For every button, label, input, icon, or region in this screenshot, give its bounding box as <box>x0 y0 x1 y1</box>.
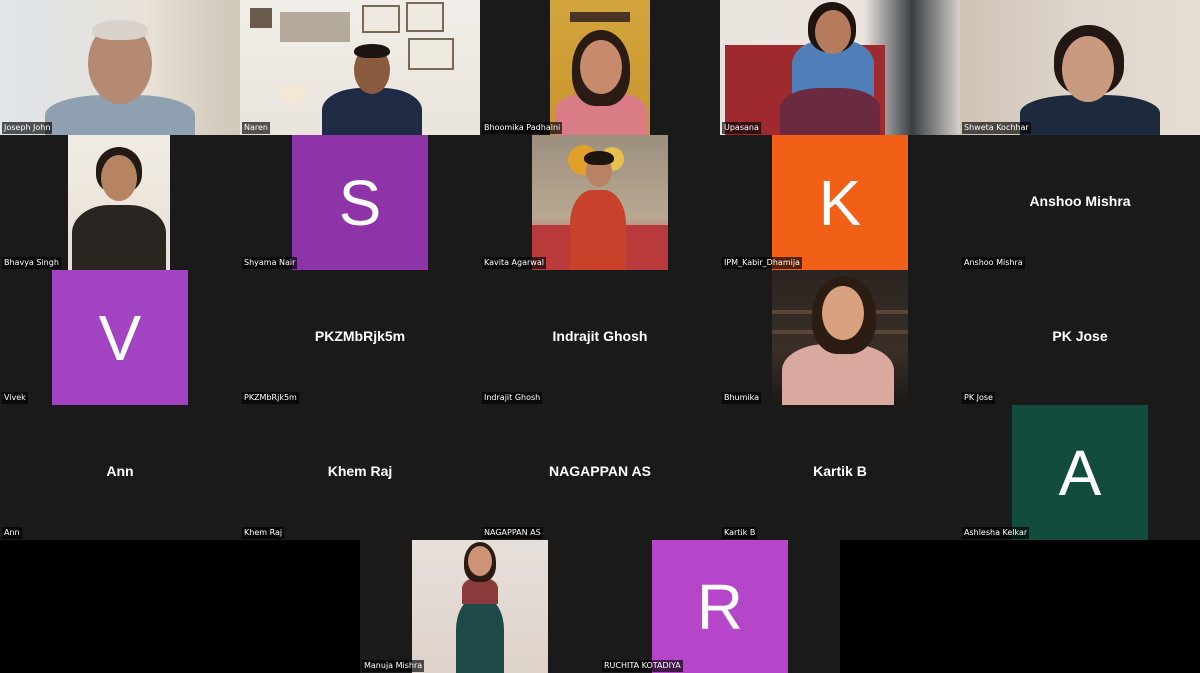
empty-area <box>840 540 1200 673</box>
participant-name: Bhavya Singh <box>2 257 61 269</box>
avatar: K <box>772 135 908 270</box>
video-feed <box>0 0 240 135</box>
participant-name: Manuja Mishra <box>362 660 425 672</box>
participant-name: Shyama Nair <box>242 257 298 269</box>
participant-name: Bhumika <box>722 392 762 404</box>
participant-tile-shyama-nair[interactable]: S Shyama Nair <box>240 135 480 270</box>
participant-name: Bhoomika Padhalni <box>482 122 563 134</box>
participant-name: Khem Raj <box>242 527 285 539</box>
participant-tile-pkzmbrjk5m[interactable]: PKZMbRjk5m PKZMbRjk5m <box>240 270 480 405</box>
participant-tile-khem-raj[interactable]: Khem Raj Khem Raj <box>240 405 480 540</box>
participant-display-name: PK Jose <box>1052 328 1108 344</box>
participant-tile-kavita-agarwal[interactable]: Kavita Agarwal <box>480 135 720 270</box>
participant-display-name: Kartik B <box>813 463 867 479</box>
video-feed <box>550 0 650 135</box>
participant-name: Joseph John <box>2 122 53 134</box>
participant-tile-joseph-john[interactable]: Joseph John <box>0 0 240 135</box>
participant-name: Kavita Agarwal <box>482 257 546 269</box>
participant-tile-nagappan-as[interactable]: NAGAPPAN AS NAGAPPAN AS <box>480 405 720 540</box>
participant-display-name: NAGAPPAN AS <box>549 463 651 479</box>
video-feed <box>240 0 480 135</box>
participant-tile-ashlesha-kelkar[interactable]: A Ashlesha Kelkar <box>960 405 1200 540</box>
participant-name: Indrajit Ghosh <box>482 392 543 404</box>
participant-tile-pk-jose[interactable]: PK Jose PK Jose <box>960 270 1200 405</box>
participant-tile-anshoo-mishra[interactable]: Anshoo Mishra Anshoo Mishra <box>960 135 1200 270</box>
participant-name: Upasana <box>722 122 761 134</box>
participant-tile-bhoomika-padhalni[interactable]: Bhoomika Padhalni <box>480 0 720 135</box>
avatar: A <box>1012 405 1148 540</box>
participant-name: IPM_Kabir_Dhamija <box>722 257 802 269</box>
participant-tile-shweta-kochhar[interactable]: Shweta Kochhar <box>960 0 1200 135</box>
participant-name: RUCHITA KOTADIYA <box>602 660 683 672</box>
participant-name: Shweta Kochhar <box>962 122 1031 134</box>
avatar: V <box>52 270 188 405</box>
avatar: S <box>292 135 428 270</box>
participant-display-name: Khem Raj <box>327 463 393 479</box>
participant-tile-ann[interactable]: Ann Ann <box>0 405 240 540</box>
video-feed <box>532 135 668 270</box>
video-feed <box>772 270 908 405</box>
participant-tile-upasana[interactable]: Upasana <box>720 0 960 135</box>
avatar: R <box>652 540 788 673</box>
participant-tile-indrajit-ghosh[interactable]: Indrajit Ghosh Indrajit Ghosh <box>480 270 720 405</box>
video-feed <box>412 540 548 673</box>
video-feed <box>68 135 170 270</box>
participant-name: Kartik B <box>722 527 758 539</box>
participant-display-name: Indrajit Ghosh <box>552 328 648 344</box>
participant-tile-ruchita-kotadiya[interactable]: R RUCHITA KOTADIYA <box>600 540 840 673</box>
participant-display-name: Anshoo Mishra <box>1029 193 1131 209</box>
participant-tile-vivek[interactable]: V Vivek <box>0 270 240 405</box>
participant-display-name: PKZMbRjk5m <box>314 328 406 344</box>
participant-name: Ashlesha Kelkar <box>962 527 1030 539</box>
participant-tile-kabir-dhamija[interactable]: K IPM_Kabir_Dhamija <box>720 135 960 270</box>
participant-name: PK Jose <box>962 392 995 404</box>
participant-name: Naren <box>242 122 270 134</box>
participant-tile-bhavya-singh[interactable]: Bhavya Singh <box>0 135 240 270</box>
participant-name: Anshoo Mishra <box>962 257 1025 269</box>
empty-area <box>0 540 360 673</box>
participant-tile-kartik-b[interactable]: Kartik B Kartik B <box>720 405 960 540</box>
participant-name: Vivek <box>2 392 28 404</box>
participant-name: NAGAPPAN AS <box>482 527 543 539</box>
video-feed <box>720 0 960 135</box>
participant-tile-bhumika[interactable]: Bhumika <box>720 270 960 405</box>
video-feed <box>960 0 1200 135</box>
video-gallery: Joseph John Naren Bhoomika Padhalni Upas… <box>0 0 1200 673</box>
participant-name: PKZMbRjk5m <box>242 392 299 404</box>
participant-tile-manuja-mishra[interactable]: Manuja Mishra <box>360 540 600 673</box>
participant-tile-naren[interactable]: Naren <box>240 0 480 135</box>
participant-name: Ann <box>2 527 22 539</box>
participant-display-name: Ann <box>106 463 134 479</box>
